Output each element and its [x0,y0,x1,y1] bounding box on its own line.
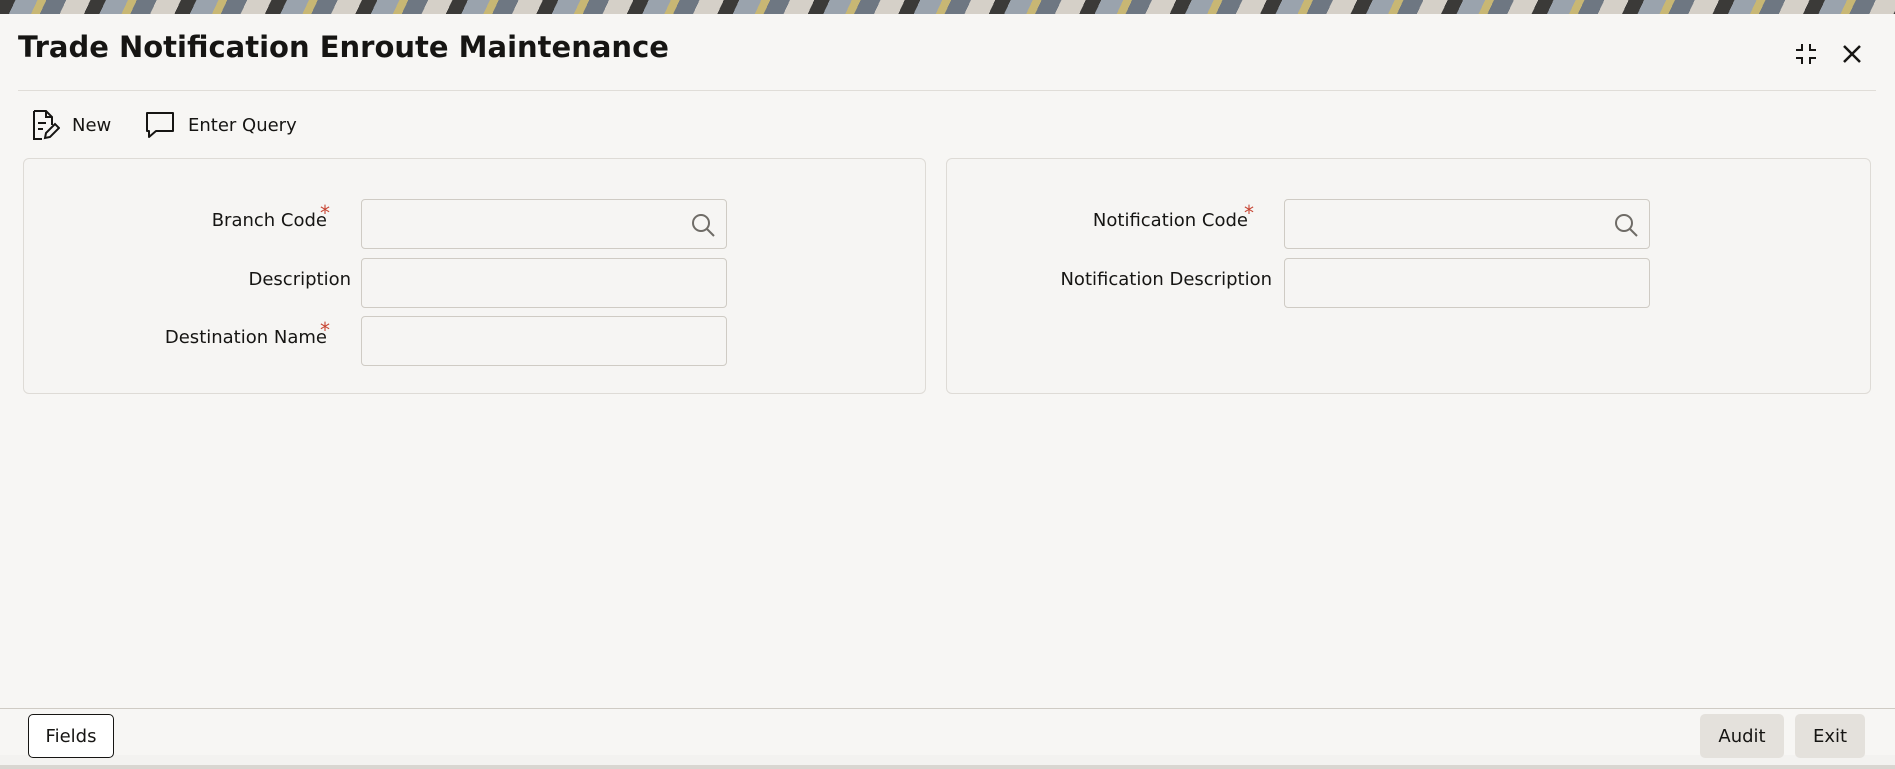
destination-name-label: Destination Name [164,327,327,348]
document-edit-icon [33,110,60,140]
maximize-button[interactable] [1788,36,1824,72]
exit-button[interactable]: Exit [1795,714,1865,758]
new-button[interactable]: New [30,108,111,142]
description-label: Description [248,269,351,290]
required-marker: * [1244,201,1254,225]
close-icon [1843,45,1861,63]
footer-divider [0,708,1895,709]
notification-description-label: Notification Description [1060,269,1272,290]
left-form-panel: Branch Code * Description Destination Na… [23,158,926,394]
required-marker: * [320,318,330,342]
close-button[interactable] [1834,36,1870,72]
branch-code-input[interactable] [361,199,727,249]
right-form-panel: Notification Code * Notification Descrip… [946,158,1871,394]
enter-query-button[interactable]: Enter Query [144,108,297,142]
decorative-header-strip [0,0,1895,14]
notification-code-input[interactable] [1284,199,1650,249]
enter-query-button-label: Enter Query [188,114,297,136]
search-icon[interactable] [1613,212,1639,238]
search-icon[interactable] [690,212,716,238]
title-divider [18,90,1876,91]
notification-description-input[interactable] [1284,258,1650,308]
required-marker: * [320,201,330,225]
notification-code-label: Notification Code [1092,210,1248,231]
description-input[interactable] [361,258,727,308]
new-button-label: New [72,114,112,136]
fullscreen-corners-icon [1796,44,1816,64]
fields-button[interactable]: Fields [28,714,114,758]
maintenance-window: Trade Notification Enroute Maintenance N… [0,14,1895,769]
chat-bubble-icon [146,112,174,138]
destination-name-input[interactable] [361,316,727,366]
branch-code-label: Branch Code [211,210,327,231]
page-title: Trade Notification Enroute Maintenance [18,30,669,64]
audit-button[interactable]: Audit [1700,714,1784,758]
bottom-edge-bar [0,765,1895,769]
